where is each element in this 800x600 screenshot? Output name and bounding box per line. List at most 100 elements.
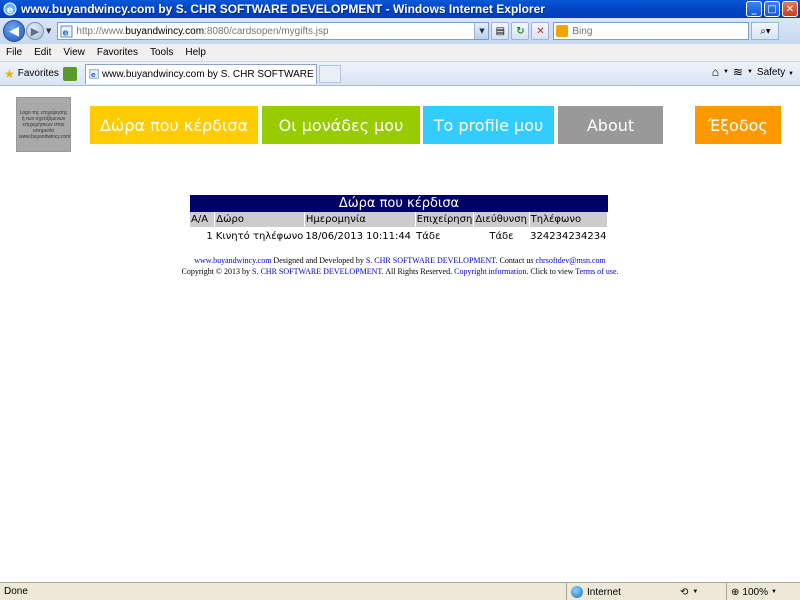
footer-line-1: www.buyandwincy.com Designed and Develop… <box>0 255 800 266</box>
favorites-label: Favorites <box>17 68 59 79</box>
status-bar: Done Internet ⟲ ▼ ⊕ 100% ▼ <box>0 582 800 600</box>
security-zone[interactable]: Internet <box>566 583 621 600</box>
search-input[interactable] <box>572 25 733 37</box>
business-logo-placeholder: Logo της επιχείρησης ή των σχετιζόμενων … <box>16 97 71 152</box>
cell-business: Τάδε <box>416 230 441 242</box>
maximize-button[interactable]: □ <box>764 1 780 17</box>
forward-button[interactable]: ▶ <box>26 22 44 40</box>
page-icon: e <box>60 25 73 38</box>
back-arrow-icon: ◀ <box>9 23 19 39</box>
browser-tab[interactable]: e www.buyandwincy.com by S. CHR SOFTWARE… <box>84 63 317 84</box>
internet-explorer-icon: e <box>3 2 17 16</box>
nav-logout-label: Έξοδος <box>708 115 768 135</box>
protected-mode-area: ⟲ ▼ <box>680 583 698 600</box>
close-button[interactable]: ✕ <box>782 1 798 17</box>
nav-gifts-won[interactable]: Δώρα που κέρδισα <box>90 106 258 144</box>
nav-my-profile[interactable]: Το profile μου <box>423 106 554 144</box>
menu-view[interactable]: View <box>63 47 85 58</box>
home-icon[interactable]: ⌂ <box>712 65 719 79</box>
protected-mode-dropdown-icon[interactable]: ▼ <box>692 589 698 595</box>
address-url: http://www.buyandwincy.com:8080/cardsope… <box>76 25 329 37</box>
menu-help[interactable]: Help <box>185 47 206 58</box>
back-button[interactable]: ◀ <box>3 20 25 42</box>
tab-title: www.buyandwincy.com by S. CHR SOFTWARE D… <box>101 68 316 80</box>
protected-mode-icon[interactable]: ⟲ <box>680 587 688 598</box>
safety-dropdown-icon: ▼ <box>788 70 794 77</box>
menu-edit[interactable]: Edit <box>34 47 51 58</box>
nav-about[interactable]: About <box>558 106 663 144</box>
address-toolbar: ◀ ▶ ▼ e http://www.buyandwincy.com:8080/… <box>0 18 800 44</box>
window-title: www.buyandwincy.com by S. CHR SOFTWARE D… <box>21 2 545 16</box>
footer-terms-link[interactable]: Terms of use <box>575 267 616 276</box>
footer-company-link[interactable]: S. CHR SOFTWARE DEVELOPMENT <box>366 256 496 265</box>
address-bar[interactable]: e http://www.buyandwincy.com:8080/cardso… <box>57 22 490 40</box>
gifts-table-caption: Δώρα που κέρδισα <box>190 195 608 212</box>
header-gift: Δώρο <box>214 212 305 227</box>
add-to-favorites-bar-icon[interactable] <box>62 66 77 81</box>
nav-gifts-won-label: Δώρα που κέρδισα <box>99 115 249 135</box>
favorites-button[interactable]: ★ Favorites <box>4 67 59 81</box>
footer-copyright-link[interactable]: Copyright information <box>454 267 526 276</box>
header-address: Διεύθυνση <box>473 212 530 227</box>
feeds-icon[interactable]: ≋ <box>733 65 743 79</box>
svg-text:e: e <box>91 71 96 79</box>
feeds-dropdown-icon[interactable]: ▼ <box>747 69 753 75</box>
compatibility-view-icon[interactable]: ▤ <box>491 22 510 40</box>
footer-company-link-2[interactable]: S. CHR SOFTWARE DEVELOPMENT <box>252 267 382 276</box>
menu-bar: File Edit View Favorites Tools Help <box>0 44 800 62</box>
security-zone-label: Internet <box>587 586 621 598</box>
nav-logout[interactable]: Έξοδος <box>695 106 781 144</box>
search-options-icon: ▼ <box>765 27 771 35</box>
menu-favorites[interactable]: Favorites <box>97 47 138 58</box>
nav-about-label: About <box>586 115 635 135</box>
header-date: Ημερομηνία <box>304 212 416 227</box>
cell-date: 18/06/2013 10:11:44 <box>305 230 412 242</box>
cell-address: Τάδε <box>489 230 514 242</box>
stop-icon[interactable]: ✕ <box>531 22 550 40</box>
home-dropdown-icon[interactable]: ▼ <box>723 69 729 75</box>
window-controls: _ □ ✕ <box>746 1 798 17</box>
address-dropdown-icon[interactable]: ▼ <box>474 23 489 39</box>
gifts-table-header-row: Α/Α Δώρο Ημερομηνία Επιχείρηση Διεύθυνση… <box>190 212 609 227</box>
table-row: 1 Κινητό τηλέφωνο 18/06/2013 10:11:44 Τά… <box>190 227 608 245</box>
page-content: Logo της επιχείρησης ή των σχετιζόμενων … <box>0 87 800 582</box>
gifts-table: Α/Α Δώρο Ημερομηνία Επιχείρηση Διεύθυνση… <box>190 212 609 245</box>
footer-email-link[interactable]: chrsoftdev@msn.com <box>535 256 605 265</box>
header-index: Α/Α <box>190 212 216 227</box>
status-text: Done <box>4 586 28 597</box>
refresh-icon[interactable]: ↻ <box>511 22 530 40</box>
zoom-level: 100% <box>742 586 768 598</box>
nav-my-points[interactable]: Οι μονάδες μου <box>262 106 420 144</box>
svg-text:e: e <box>63 28 69 38</box>
cell-gift: Κινητό τηλέφωνο <box>215 230 304 242</box>
zoom-icon: ⊕ <box>731 586 740 598</box>
footer-terms-text: . Click to view <box>526 267 576 276</box>
footer-end-text: . <box>616 267 619 276</box>
history-dropdown-icon[interactable]: ▼ <box>46 27 51 35</box>
window-title-bar: e www.buyandwincy.com by S. CHR SOFTWARE… <box>0 0 800 18</box>
menu-tools[interactable]: Tools <box>150 47 173 58</box>
gifts-table-container: Δώρα που κέρδισα Α/Α Δώρο Ημερομηνία Επι… <box>190 195 609 245</box>
footer-copyright-text: Copyright © 2013 by <box>181 267 253 276</box>
zoom-control[interactable]: ⊕ 100% ▼ <box>726 583 777 600</box>
page-footer: www.buyandwincy.com Designed and Develop… <box>0 255 800 277</box>
safety-menu[interactable]: Safety ▼ <box>757 67 794 78</box>
svg-text:e: e <box>7 5 14 16</box>
command-bar: ⌂ ▼ ≋ ▼ Safety ▼ <box>712 65 794 79</box>
nav-my-points-label: Οι μονάδες μου <box>278 115 404 135</box>
new-tab-button[interactable] <box>318 64 341 83</box>
footer-contact-text: . Contact us <box>495 256 536 265</box>
minimize-button[interactable]: _ <box>746 1 762 17</box>
search-box[interactable] <box>553 22 750 40</box>
nav-my-profile-label: Το profile μου <box>433 115 544 135</box>
favorites-bar: ★ Favorites e www.buyandwincy.com by S. … <box>0 62 800 86</box>
menu-file[interactable]: File <box>6 47 22 58</box>
header-business: Επιχείρηση <box>415 212 475 227</box>
search-button[interactable]: ⌕ ▼ <box>751 22 780 40</box>
footer-site-link[interactable]: www.buyandwincy.com <box>194 256 271 265</box>
safety-label: Safety <box>756 66 786 78</box>
footer-rights-text: . All Rights Reserved. <box>381 267 455 276</box>
cell-index: 1 <box>206 230 213 242</box>
cell-phone: 324234234234 <box>530 230 607 242</box>
footer-designed-text: Designed and Developed by <box>271 256 366 265</box>
